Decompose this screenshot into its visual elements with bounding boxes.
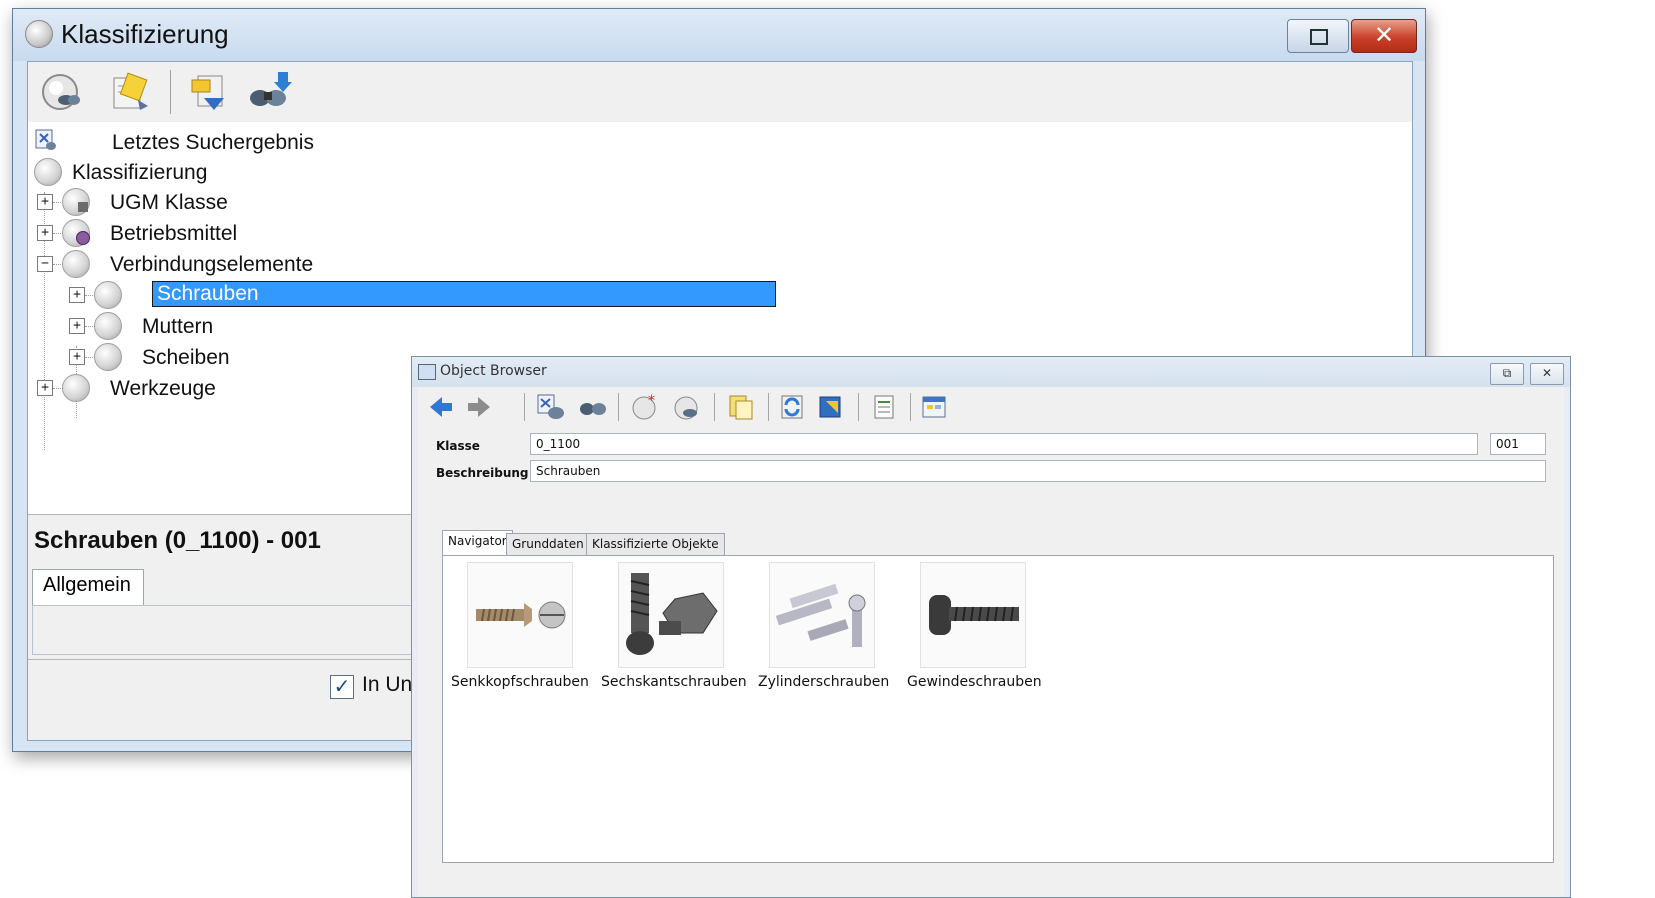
restore-button[interactable]: ⧉	[1490, 363, 1524, 385]
tree-row-last-result[interactable]: Letztes Suchergebnis	[32, 128, 432, 158]
tree-label: Letztes Suchergebnis	[112, 131, 314, 154]
search-classes-icon[interactable]	[536, 393, 566, 421]
navigator-panel: Senkkopfschrauben Sechskantschrauben Zyl…	[442, 555, 1554, 863]
pan-head-screw-icon	[929, 595, 1019, 635]
export-icon[interactable]	[816, 393, 846, 421]
beschreibung-label: Beschreibung	[436, 466, 529, 480]
selected-highlight: Schrauben	[152, 281, 776, 307]
expand-icon[interactable]: +	[37, 194, 53, 210]
edit-note-icon[interactable]	[108, 70, 152, 114]
tab-klassifizierte-objekte[interactable]: Klassifizierte Objekte	[586, 533, 725, 555]
toolbar-separator	[910, 393, 911, 421]
node-ball-icon	[34, 158, 62, 186]
toolbar-separator	[524, 393, 525, 421]
tree-label: Muttern	[142, 315, 214, 338]
tree-row-root[interactable]: Klassifizierung	[32, 158, 432, 188]
checkbox[interactable]: ✓	[330, 675, 354, 699]
title-bar[interactable]: Klassifizierung ✕	[13, 9, 1425, 61]
tree-row-schrauben[interactable]: + Schrauben	[28, 281, 828, 311]
toolbar-separator	[858, 393, 859, 421]
back-arrow-icon[interactable]	[428, 395, 454, 419]
tree-label: Betriebsmittel	[110, 222, 238, 245]
expand-icon[interactable]: +	[37, 380, 53, 396]
thumbnail-label: Zylinderschrauben	[758, 674, 890, 690]
tab-allgemein[interactable]: Allgemein	[32, 569, 144, 605]
tab-navigator[interactable]: Navigator	[442, 530, 513, 555]
binoculars-search-icon[interactable]	[246, 70, 294, 114]
tree-label: Klassifizierung	[72, 161, 208, 184]
expand-icon[interactable]: +	[69, 318, 85, 334]
main-toolbar	[28, 62, 1412, 122]
gear-icon	[76, 231, 90, 245]
class-ball-icon	[62, 250, 90, 278]
close-button[interactable]: ✕	[1530, 363, 1564, 385]
window-title: Klassifizierung	[61, 19, 229, 49]
klasse-field[interactable]: 0_1100	[530, 433, 1478, 455]
tree-label: Scheiben	[142, 346, 230, 369]
toolbar-separator	[714, 393, 715, 421]
search-icon[interactable]	[672, 393, 702, 421]
cylinder-screw-icon	[775, 583, 866, 647]
tree-row-ugm-klasse[interactable]: + UGM Klasse	[28, 188, 628, 218]
checkbox-label: In Un	[362, 673, 413, 696]
toolbar-separator	[618, 393, 619, 421]
copy-icon[interactable]	[726, 393, 756, 421]
tree-label: Verbindungselemente	[110, 253, 314, 276]
close-button[interactable]: ✕	[1351, 19, 1417, 53]
tab-grunddaten[interactable]: Grunddaten	[506, 533, 590, 555]
thumbnail-senkkopfschrauben[interactable]	[467, 562, 573, 668]
toolbar-separator	[170, 70, 171, 114]
restore-button[interactable]	[1287, 19, 1349, 53]
thumbnail-sechskantschrauben[interactable]	[618, 562, 724, 668]
object-browser-toolbar: *	[418, 387, 1564, 427]
object-browser-client: * Klasse 0_1100 001 Beschreibung Schraub…	[418, 387, 1564, 897]
thumbnail-label: Senkkopfschrauben	[451, 674, 589, 690]
tree-label: Schrauben	[157, 282, 259, 305]
search-result-icon	[35, 129, 56, 150]
binoculars-icon[interactable]	[578, 395, 608, 419]
properties-icon[interactable]	[920, 393, 950, 421]
tree-row-muttern[interactable]: + Muttern	[28, 312, 628, 342]
svg-text:*: *	[648, 393, 655, 409]
thumbnail-zylinderschrauben[interactable]	[769, 562, 875, 668]
countersunk-screw-icon	[476, 601, 566, 629]
tree-label: UGM Klasse	[110, 191, 228, 214]
detail-heading: Schrauben (0_1100) - 001	[34, 527, 321, 554]
thumbnail-gewindeschrauben[interactable]	[920, 562, 1026, 668]
collapse-icon[interactable]: −	[37, 256, 53, 272]
report-icon[interactable]	[870, 393, 900, 421]
object-browser-title: Object Browser	[440, 363, 547, 379]
document-badge-icon	[78, 202, 88, 212]
beschreibung-field[interactable]: Schrauben	[530, 460, 1546, 482]
restore-icon	[1310, 29, 1328, 45]
tree-row-verbindungselemente[interactable]: − Verbindungselemente	[28, 250, 628, 280]
object-browser-window: Object Browser ⧉ ✕ * Klasse 0_1100 001 B…	[411, 356, 1571, 898]
import-icon[interactable]	[188, 70, 232, 114]
app-ball-icon	[25, 20, 53, 48]
klasse-label: Klasse	[436, 439, 480, 453]
hex-screw-icon	[626, 573, 718, 655]
class-ball-icon	[62, 374, 90, 402]
expand-icon[interactable]: +	[69, 287, 85, 303]
class-ball-icon	[94, 343, 122, 371]
expand-icon[interactable]: +	[37, 225, 53, 241]
toolbar-separator	[768, 393, 769, 421]
klasse-version-field[interactable]: 001	[1490, 433, 1546, 455]
forward-arrow-icon[interactable]	[466, 395, 492, 419]
window-icon	[418, 364, 436, 380]
search-icon[interactable]	[40, 70, 84, 114]
thumbnail-label: Sechskantschrauben	[601, 674, 747, 690]
class-ball-icon	[94, 312, 122, 340]
thumbnail-label: Gewindeschrauben	[907, 674, 1042, 690]
object-browser-title-bar[interactable]: Object Browser ⧉ ✕	[412, 357, 1570, 387]
tree-row-betriebsmittel[interactable]: + Betriebsmittel	[28, 219, 628, 249]
class-ball-icon	[94, 281, 122, 309]
tree-label: Werkzeuge	[110, 377, 216, 400]
refresh-icon[interactable]	[778, 393, 808, 421]
new-class-icon[interactable]: *	[630, 393, 660, 421]
expand-icon[interactable]: +	[69, 349, 85, 365]
